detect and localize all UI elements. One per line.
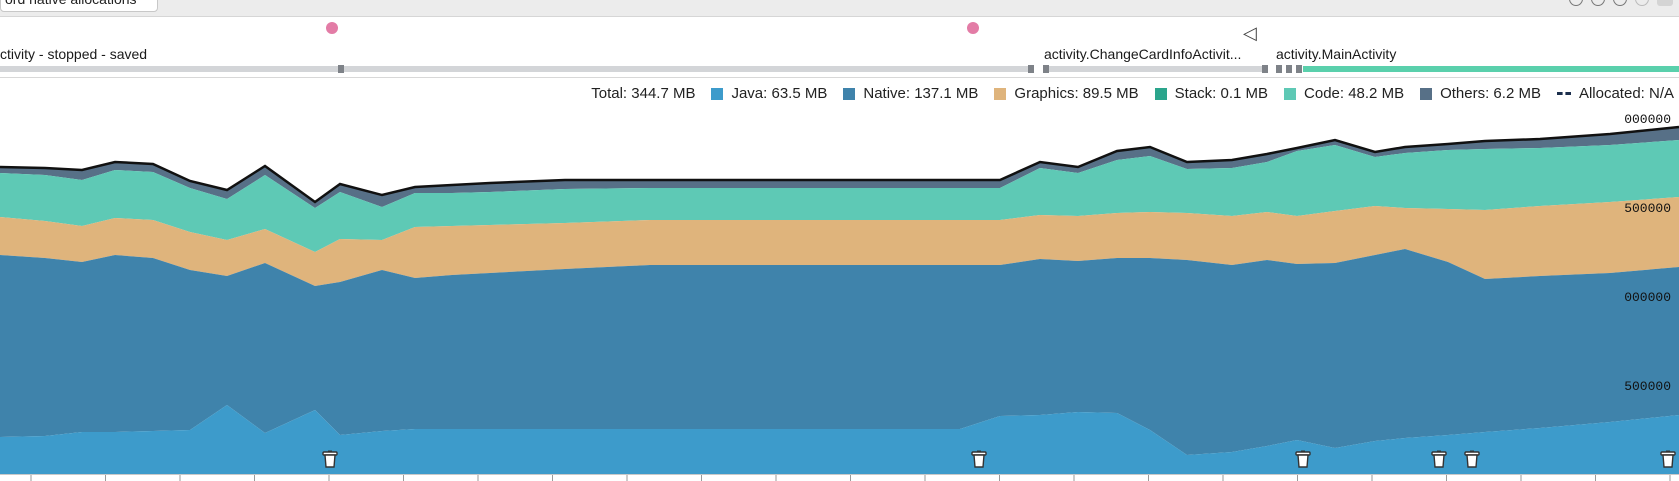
legend-native: Native: 137.1 MB <box>843 85 978 102</box>
code-swatch <box>1284 87 1297 100</box>
legend-allocated: Allocated: N/A <box>1556 85 1674 102</box>
legend-code: Code: 48.2 MB <box>1284 85 1404 102</box>
native-swatch <box>843 87 856 100</box>
legend-code-label: Code: 48.2 MB <box>1304 85 1405 102</box>
others-swatch <box>1420 87 1433 100</box>
garbage-collection-icon[interactable] <box>971 450 987 468</box>
legend-stack-label: Stack: 0.1 MB <box>1174 85 1269 102</box>
legend-graphics-label: Graphics: 89.5 MB <box>1014 85 1139 102</box>
y-tick-label: 000000 <box>1624 290 1671 305</box>
legend-native-label: Native: 137.1 MB <box>863 85 979 102</box>
garbage-collection-icon[interactable] <box>1660 450 1676 468</box>
legend-others: Others: 6.2 MB <box>1420 85 1541 102</box>
time-axis <box>0 474 1679 475</box>
legend-java-label: Java: 63.5 MB <box>731 85 828 102</box>
legend-stack: Stack: 0.1 MB <box>1154 85 1269 102</box>
legend-others-label: Others: 6.2 MB <box>1440 85 1541 102</box>
legend-graphics: Graphics: 89.5 MB <box>994 85 1139 102</box>
allocated-dash <box>1556 92 1571 95</box>
y-tick-label: 500000 <box>1624 201 1671 216</box>
legend-total: Total: 344.7 MB <box>591 85 696 102</box>
memory-legend: Total: 344.7 MB Java: 63.5 MB Native: 13… <box>591 85 1674 102</box>
garbage-collection-icon[interactable] <box>1431 450 1447 468</box>
garbage-collection-icon[interactable] <box>322 450 338 468</box>
y-tick-label: 000000 <box>1624 112 1671 127</box>
java-swatch <box>711 87 724 100</box>
legend-allocated-label: Allocated: N/A <box>1578 85 1674 102</box>
memory-chart[interactable] <box>0 0 1679 481</box>
graphics-swatch <box>994 87 1007 100</box>
garbage-collection-icon[interactable] <box>1295 450 1311 468</box>
stack-swatch <box>1154 87 1167 100</box>
y-tick-label: 500000 <box>1624 379 1671 394</box>
garbage-collection-icon[interactable] <box>1464 450 1480 468</box>
legend-java: Java: 63.5 MB <box>711 85 827 102</box>
